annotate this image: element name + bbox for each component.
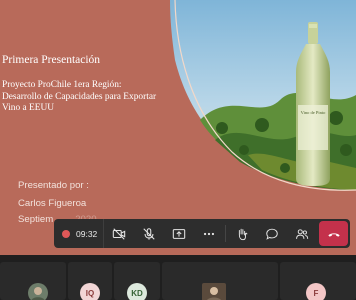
bottle-label: Vino de Pinto — [300, 110, 326, 115]
meeting-toolbar: 09:32 — [54, 219, 350, 248]
participant-tile[interactable] — [0, 262, 66, 300]
participant-photo — [202, 283, 226, 300]
presenter-name: Carlos Figueroa — [18, 198, 87, 209]
share-icon — [173, 228, 186, 239]
record-dot-icon — [62, 229, 70, 238]
raise-hand-button[interactable] — [227, 219, 257, 248]
raise-hand-icon — [239, 228, 248, 240]
participant-tile[interactable] — [162, 262, 278, 300]
slide-title: Primera Presentación — [2, 54, 101, 66]
hang-up-icon — [327, 232, 340, 237]
chat-icon — [266, 228, 279, 240]
share-screen-button[interactable] — [164, 219, 194, 248]
participant-tile[interactable]: F — [280, 262, 356, 300]
camera-toggle-button[interactable] — [104, 219, 134, 248]
recording-indicator[interactable]: 09:32 — [54, 219, 105, 248]
mic-toggle-button[interactable] — [134, 219, 164, 248]
slide-subtitle: Proyecto ProChile 1era Región: Desarroll… — [2, 80, 157, 113]
participant-photo — [28, 283, 48, 300]
people-icon — [296, 228, 309, 239]
more-options-button[interactable] — [194, 219, 224, 248]
hang-up-button[interactable] — [319, 221, 348, 246]
toolbar-divider — [225, 225, 227, 242]
more-icon — [204, 232, 215, 235]
participant-avatar: IQ — [80, 283, 100, 300]
presented-by-label: Presentado por : — [18, 180, 89, 191]
presentation-slide: Primera Presentación Proyecto ProChile 1… — [0, 0, 356, 255]
participant-avatar: F — [306, 283, 326, 300]
camera-off-icon — [113, 227, 126, 240]
mic-off-icon — [143, 227, 155, 240]
participant-avatar: KD — [127, 283, 147, 300]
participant-tile[interactable]: KD — [114, 262, 160, 300]
meeting-timer: 09:32 — [76, 228, 98, 239]
date-month: Septiem — [18, 214, 54, 225]
participant-tile[interactable]: IQ — [68, 262, 112, 300]
participants-button[interactable] — [287, 219, 317, 248]
chat-button[interactable] — [257, 219, 287, 248]
